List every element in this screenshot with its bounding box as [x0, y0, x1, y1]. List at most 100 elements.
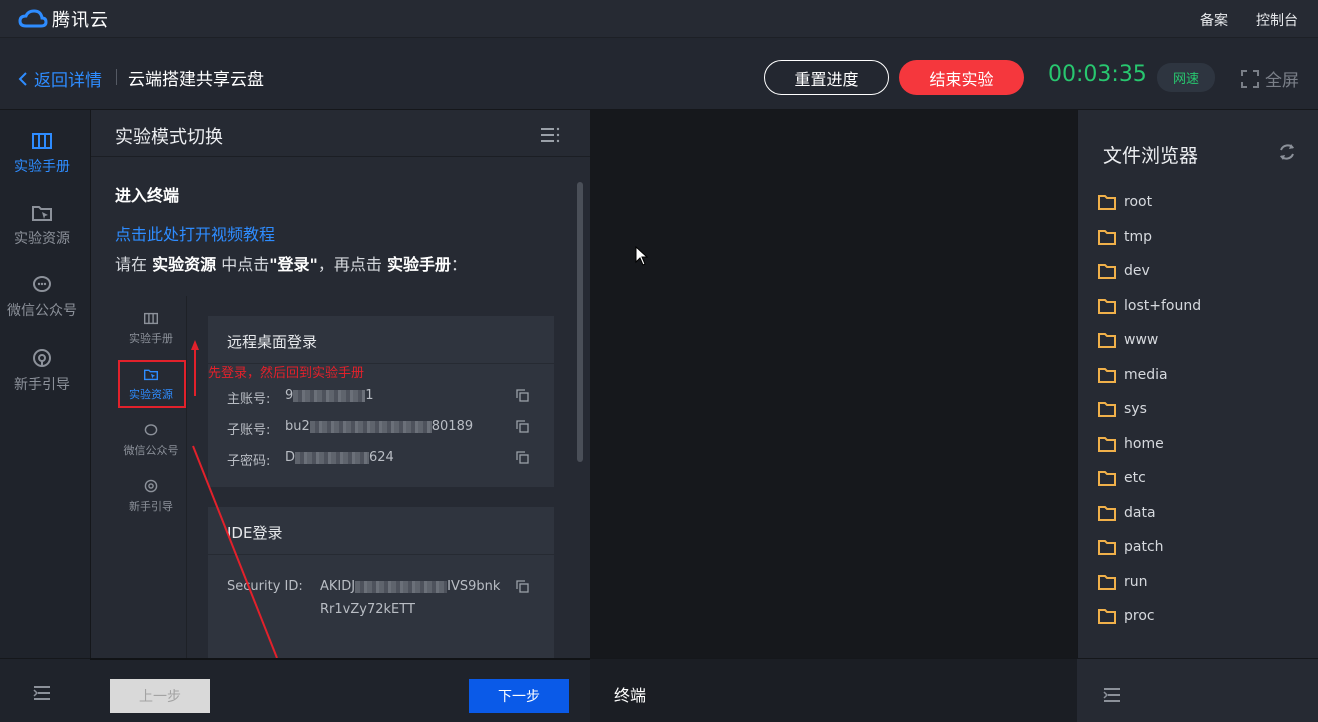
collapse-menu-icon[interactable] — [1103, 687, 1121, 703]
book-icon — [32, 133, 52, 149]
network-speed-badge[interactable]: 网速 — [1157, 63, 1215, 92]
folder-icon — [1098, 333, 1116, 348]
nav-label: 新手引导 — [14, 377, 70, 393]
file-item-label: proc — [1124, 608, 1155, 624]
file-item-label: lost+found — [1124, 297, 1202, 314]
file-item-folder[interactable]: www — [1098, 332, 1158, 348]
manual-footer: 上一步 下一步 — [90, 658, 590, 722]
logo[interactable]: 腾讯云 — [18, 6, 109, 32]
collapse-menu-icon[interactable] — [33, 685, 51, 701]
refresh-icon[interactable] — [1277, 142, 1297, 162]
left-nav: 实验手册 实验资源 微信公众号 新手引导 — [0, 110, 90, 658]
file-item-label: data — [1124, 504, 1156, 521]
folder-icon — [1098, 505, 1116, 521]
folder-icon — [1098, 402, 1116, 417]
file-item-folder[interactable]: dev — [1098, 263, 1150, 279]
video-tutorial-link[interactable]: 点击此处打开视频教程 — [115, 221, 275, 245]
folder-icon — [1098, 540, 1116, 555]
terminal-footer: 终端 — [590, 658, 1077, 722]
file-item-label: etc — [1124, 470, 1146, 486]
instr-part: 中点击 — [216, 255, 270, 274]
folder-cursor-icon — [32, 206, 52, 221]
folder-icon — [1098, 298, 1116, 314]
list-menu-icon[interactable] — [540, 127, 560, 143]
file-item-folder[interactable]: etc — [1098, 470, 1146, 486]
folder-icon — [1098, 264, 1116, 279]
next-step-button[interactable]: 下一步 — [469, 679, 569, 713]
fullscreen-label: 全屏 — [1265, 71, 1299, 91]
file-item-folder[interactable]: tmp — [1098, 229, 1152, 245]
terminal-area[interactable] — [590, 110, 1077, 658]
folder-icon — [1098, 229, 1116, 245]
end-lab-button[interactable]: 结束实验 — [899, 60, 1024, 95]
file-item-label: patch — [1124, 539, 1164, 555]
section-title: 进入终端 — [115, 186, 180, 205]
folder-icon — [1098, 195, 1116, 210]
beian-link[interactable]: 备案 — [1200, 10, 1228, 30]
instr-part: ，再点击 — [317, 255, 387, 274]
mouse-cursor-icon — [635, 246, 649, 266]
left-nav-footer — [0, 658, 90, 722]
lab-title: 云端搭建共享云盘 — [128, 70, 264, 90]
folder-icon — [1098, 609, 1116, 624]
folder-icon — [1098, 471, 1116, 486]
file-item-label: dev — [1124, 263, 1150, 279]
prev-step-button[interactable]: 上一步 — [110, 679, 210, 713]
chat-bubble-icon — [33, 276, 51, 292]
file-item-folder[interactable]: sys — [1098, 401, 1147, 417]
file-item-folder[interactable]: media — [1098, 367, 1168, 383]
file-item-folder[interactable]: root — [1098, 194, 1152, 210]
file-browser-footer — [1077, 658, 1318, 722]
folder-icon — [1098, 436, 1116, 452]
file-item-label: sys — [1124, 401, 1147, 417]
nav-item-resources[interactable]: 实验资源 — [0, 204, 84, 248]
cloud-logo-icon — [18, 9, 48, 28]
file-item-label: root — [1124, 194, 1153, 210]
fullscreen-button[interactable]: 全屏 — [1241, 66, 1299, 91]
nav-item-manual[interactable]: 实验手册 — [0, 132, 84, 176]
reset-progress-button[interactable]: 重置进度 — [764, 60, 889, 95]
file-item-folder[interactable]: run — [1098, 574, 1148, 590]
file-item-folder[interactable]: patch — [1098, 539, 1164, 555]
red-arrow-annotation — [191, 340, 278, 658]
instr-part: 实验手册 — [386, 255, 451, 274]
file-item-label: run — [1124, 573, 1148, 590]
header-divider — [116, 69, 117, 85]
nav-item-wechat[interactable]: 微信公众号 — [0, 276, 84, 320]
nav-label: 微信公众号 — [7, 303, 77, 319]
file-item-folder[interactable]: data — [1098, 505, 1156, 521]
lab-manual-panel: 实验模式切换 进入终端 点击此处打开视频教程 请在 实验资源 中点击"登录"，再… — [90, 110, 591, 658]
manual-title: 实验模式切换 — [115, 127, 223, 148]
file-item-label: www — [1124, 332, 1159, 348]
file-item-label: home — [1124, 435, 1164, 452]
file-item-label: media — [1124, 366, 1168, 383]
nav-label: 实验手册 — [14, 159, 70, 175]
terminal-tab[interactable]: 终端 — [614, 682, 646, 706]
manual-scrollbar[interactable] — [577, 182, 583, 462]
instr-part: "登录" — [269, 255, 318, 274]
nav-item-guide[interactable]: 新手引导 — [0, 348, 84, 394]
folder-icon — [1098, 367, 1116, 383]
file-item-folder[interactable]: proc — [1098, 608, 1155, 624]
folder-icon — [1098, 574, 1116, 590]
lab-header: 返回详情 云端搭建共享云盘 重置进度 结束实验 00:03:35 网速 全屏 — [0, 38, 1318, 110]
instr-part: 实验资源 — [152, 255, 217, 274]
console-link[interactable]: 控制台 — [1256, 10, 1298, 30]
instr-part: 请在 — [115, 255, 153, 274]
file-item-folder[interactable]: home — [1098, 436, 1164, 452]
file-item-folder[interactable]: lost+found — [1098, 298, 1201, 314]
chevron-left-icon — [18, 71, 27, 86]
file-browser-title: 文件浏览器 — [1103, 145, 1199, 167]
file-item-label: tmp — [1124, 228, 1153, 245]
nav-label: 实验资源 — [14, 231, 70, 247]
back-to-details-link[interactable]: 返回详情 — [18, 66, 102, 91]
instr-part: ： — [451, 255, 468, 274]
back-label: 返回详情 — [34, 71, 102, 91]
top-bar: 腾讯云 备案 控制台 — [0, 0, 1318, 38]
guide-icon — [33, 349, 51, 367]
annotation-note: 先登录，然后回到实验手册 — [208, 366, 365, 381]
instruction-text: 请在 实验资源 中点击"登录"，再点击 实验手册： — [115, 251, 467, 275]
file-browser-panel: 文件浏览器 root tmp dev lost+found www media sys hom… — [1077, 110, 1318, 658]
manual-header: 实验模式切换 — [91, 110, 591, 157]
tutorial-screenshot: 实验手册 实验资源 微信公众号 新手引导 远程桌面登录 主账号: 91 子账号: — [115, 296, 555, 658]
